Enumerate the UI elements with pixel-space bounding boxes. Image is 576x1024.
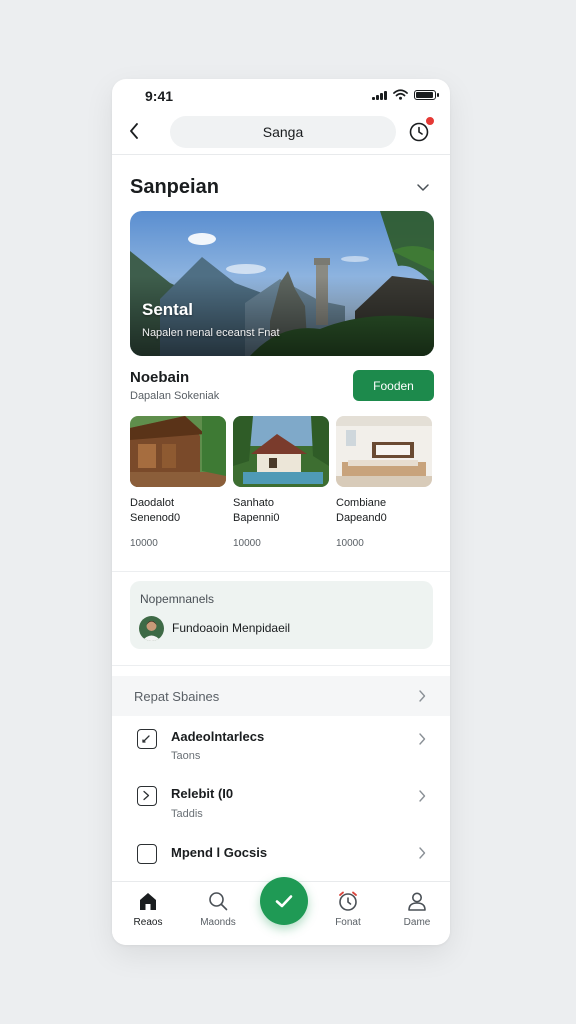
list-item[interactable]: Relebit (I0 Taddis xyxy=(112,774,450,830)
avatar xyxy=(139,616,164,641)
battery-icon xyxy=(414,89,439,100)
check-icon xyxy=(275,895,293,908)
tab-label: Fonat xyxy=(335,917,361,928)
profile-name[interactable]: Fundoaoin Menpidaeil xyxy=(172,621,290,635)
home-icon xyxy=(140,893,156,910)
chevron-box-icon xyxy=(137,786,157,806)
card-title: Sanhato xyxy=(233,497,274,509)
property-thumbnail xyxy=(233,416,329,487)
tab-search[interactable]: Maonds xyxy=(188,890,248,928)
tab-label: Maonds xyxy=(200,917,236,928)
card-value: 10000 xyxy=(336,538,364,549)
hero-card[interactable]: Sental Napalen nenal eceanst Fnat xyxy=(130,211,434,356)
chevron-right-icon xyxy=(419,690,426,702)
timer-button[interactable] xyxy=(408,116,435,142)
list-header[interactable]: Repat Sbaines xyxy=(112,676,450,716)
alarm-icon xyxy=(339,891,357,911)
list-item-subtitle: Taons xyxy=(171,750,201,762)
chevron-right-icon xyxy=(419,733,426,745)
divider xyxy=(112,571,450,572)
status-time: 9:41 xyxy=(145,88,174,104)
tab-alarm[interactable]: Fonat xyxy=(318,890,378,928)
arrow-box-icon xyxy=(137,729,157,749)
profile-box: Nopemnanels Fundoaoin Menpidaeil xyxy=(130,581,433,649)
profile-label: Nopemnanels xyxy=(140,592,215,606)
property-thumbnail xyxy=(336,416,432,487)
status-icons xyxy=(372,89,439,100)
list-item-title: Aadeolntarlecs xyxy=(171,729,265,744)
featured-action-button[interactable]: Fooden xyxy=(353,370,434,401)
list-item-title: Relebit (I0 xyxy=(171,786,234,801)
hero-title: Sental xyxy=(142,300,194,319)
card-subtitle: Senenod0 xyxy=(130,512,181,524)
wifi-icon xyxy=(393,89,408,100)
check-fab-button[interactable] xyxy=(260,877,308,925)
notification-badge xyxy=(425,116,435,126)
hero-subtitle: Napalen nenal eceanst Fnat xyxy=(142,327,280,339)
back-icon[interactable] xyxy=(126,121,142,141)
card-value: 10000 xyxy=(233,538,261,549)
chevron-right-icon xyxy=(419,790,426,802)
property-card[interactable]: Sanhato Bapenni0 10000 xyxy=(233,416,329,556)
card-subtitle: Dapeand0 xyxy=(336,512,387,524)
property-thumbnail xyxy=(130,416,226,487)
section-title: Sanpeian xyxy=(130,176,219,198)
card-value: 10000 xyxy=(130,538,158,549)
list-item[interactable]: Aadeolntarlecs Taons xyxy=(112,716,450,772)
card-subtitle: Bapenni0 xyxy=(233,512,280,524)
tab-label: Reaos xyxy=(133,917,163,928)
property-card[interactable]: Daodalot Senenod0 10000 xyxy=(130,416,226,556)
tab-label: Dame xyxy=(403,917,431,928)
square-icon xyxy=(137,844,157,864)
property-card[interactable]: Combiane Dapeand0 10000 xyxy=(336,416,432,556)
chevron-down-icon[interactable] xyxy=(416,180,430,194)
list-item-title: Mpend l Gocsis xyxy=(171,845,268,860)
search-pill[interactable]: Sanga xyxy=(170,116,396,148)
signal-icon xyxy=(372,90,387,100)
card-title: Combiane xyxy=(336,497,387,509)
tab-home[interactable]: Reaos xyxy=(118,890,178,928)
search-pill-text: Sanga xyxy=(262,124,304,140)
phone-screen: 9:41 Sanga Sanpeian Sental Napalen nenal… xyxy=(112,79,450,945)
card-title: Daodalot xyxy=(130,497,175,509)
tab-profile[interactable]: Dame xyxy=(387,890,447,928)
chevron-right-icon xyxy=(419,847,426,859)
list-item-subtitle: Taddis xyxy=(171,808,203,820)
list-header-label: Repat Sbaines xyxy=(134,689,220,704)
divider xyxy=(112,665,450,666)
status-bar: 9:41 xyxy=(112,79,450,113)
featured-row: Noebain Dapalan Sokeniak Fooden xyxy=(130,369,434,409)
profile-icon xyxy=(408,892,426,911)
top-bar: Sanga xyxy=(112,113,450,155)
search-icon xyxy=(209,892,228,911)
property-cards: Daodalot Senenod0 10000 Sanhato Bapenni0 xyxy=(130,416,434,556)
